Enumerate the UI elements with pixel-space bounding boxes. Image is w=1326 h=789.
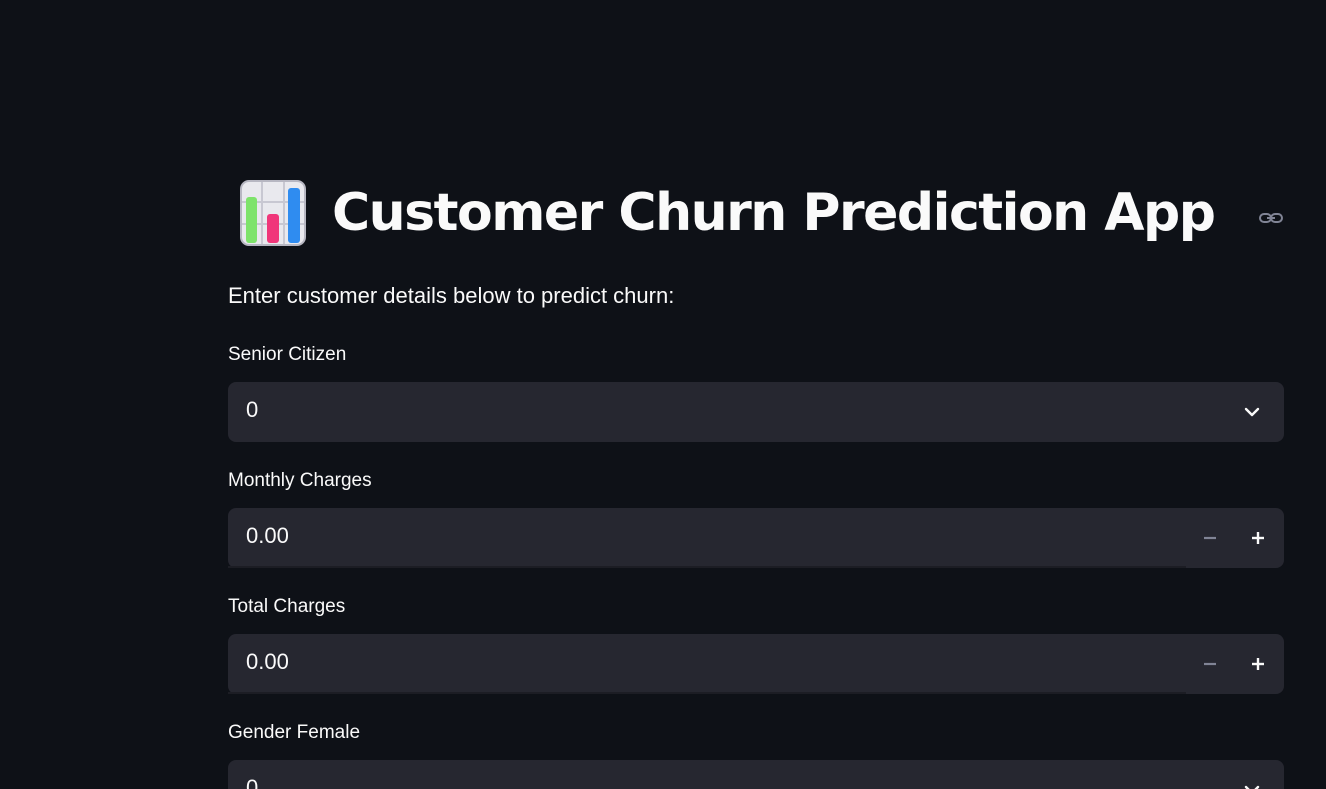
page-header: Customer Churn Prediction App xyxy=(228,178,1284,248)
senior-citizen-label: Senior Citizen xyxy=(228,344,347,365)
plus-icon xyxy=(1252,658,1264,670)
input-underline xyxy=(228,566,1186,568)
total-charges-input[interactable]: 0.00 xyxy=(228,634,1284,694)
page-title: Customer Churn Prediction App xyxy=(332,183,1216,243)
senior-citizen-value: 0 xyxy=(246,397,259,422)
chevron-down-icon xyxy=(1244,407,1260,417)
total-charges-value: 0.00 xyxy=(246,649,289,674)
app-page: Customer Churn Prediction App Enter cust… xyxy=(0,0,1326,789)
decrement-button[interactable] xyxy=(1186,508,1234,568)
bar-chart-emoji-icon xyxy=(240,180,306,246)
increment-button[interactable] xyxy=(1234,634,1282,694)
total-charges-label: Total Charges xyxy=(228,596,346,617)
monthly-charges-input[interactable]: 0.00 xyxy=(228,508,1284,568)
increment-button[interactable] xyxy=(1234,508,1282,568)
minus-icon xyxy=(1204,536,1216,540)
input-underline xyxy=(228,692,1186,694)
gender-female-select[interactable]: 0 xyxy=(228,760,1284,789)
senior-citizen-select[interactable]: 0 xyxy=(228,382,1284,442)
monthly-charges-label: Monthly Charges xyxy=(228,470,372,491)
plus-icon xyxy=(1252,532,1264,544)
page-subtitle: Enter customer details below to predict … xyxy=(228,283,675,308)
monthly-charges-value: 0.00 xyxy=(246,523,289,548)
decrement-button[interactable] xyxy=(1186,634,1234,694)
link-icon[interactable] xyxy=(1258,208,1284,228)
gender-female-label: Gender Female xyxy=(228,722,361,743)
gender-female-value: 0 xyxy=(246,775,259,789)
minus-icon xyxy=(1204,662,1216,666)
chevron-down-icon xyxy=(1244,785,1260,789)
